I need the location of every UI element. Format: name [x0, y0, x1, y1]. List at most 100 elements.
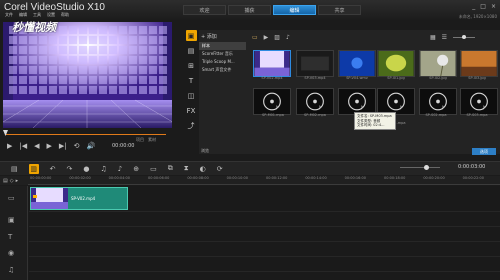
- library-item-sample[interactable]: 样本: [199, 42, 246, 50]
- timeline-view-icon[interactable]: ▥: [28, 163, 39, 174]
- thumb-caption: SP-S03.mpa: [466, 113, 488, 117]
- multi-camera-icon[interactable]: ⧉: [168, 164, 173, 173]
- title-track-icon[interactable]: T: [8, 233, 12, 241]
- sound-mixer-icon[interactable]: ♫: [100, 165, 106, 173]
- library-thumb-sp-v03[interactable]: [296, 50, 334, 77]
- menu-file[interactable]: 文件: [5, 12, 13, 18]
- ripple-icon[interactable]: ▸: [16, 178, 19, 184]
- next-icon[interactable]: ▶|: [59, 142, 67, 150]
- library-item-scorefitter[interactable]: ScoreFitter 音乐: [199, 50, 246, 58]
- preview-tile: [39, 46, 47, 54]
- library-thumb-sp-s01[interactable]: ♪: [377, 88, 415, 115]
- audio-filter-icon[interactable]: ♪: [286, 34, 290, 41]
- svg-text:♪: ♪: [399, 104, 403, 111]
- library-thumb-sp-i01[interactable]: [377, 50, 415, 77]
- track-manager-icon[interactable]: ▤: [3, 178, 8, 184]
- library-item-triple-scoop[interactable]: Triple Scoop M...: [199, 58, 246, 66]
- clip-label: SP-V02.mp4: [71, 196, 96, 201]
- library-view-controls: ▦ ☰: [430, 34, 476, 41]
- library-thumb-sp-i03[interactable]: [460, 50, 498, 77]
- tab-capture[interactable]: 捕获: [228, 5, 271, 15]
- preview-tile: [99, 26, 107, 34]
- media-icon[interactable]: ▣: [185, 30, 197, 41]
- filter-icon[interactable]: FX: [186, 105, 197, 116]
- add-chapter-icon[interactable]: ◇: [10, 178, 14, 184]
- transition-icon[interactable]: ⊞: [186, 60, 197, 71]
- video-track-icon[interactable]: ▭: [8, 194, 15, 202]
- library-thumb-sp-m01[interactable]: ♪: [253, 88, 291, 115]
- library-thumb-sp-i02[interactable]: [419, 50, 457, 77]
- time-remapping-icon[interactable]: ⧗: [184, 164, 189, 173]
- library-toolbar: ▣ ▤ ⊞ T ◫ FX ⤴: [184, 30, 198, 145]
- redo-icon[interactable]: ↷: [67, 165, 73, 173]
- thumbnail-view-icon[interactable]: ▦: [430, 34, 436, 41]
- overlay-track[interactable]: [29, 212, 500, 227]
- path-icon[interactable]: ⤴: [186, 120, 197, 131]
- mask-creator-icon[interactable]: ◐: [200, 165, 206, 173]
- motion-tracking-icon[interactable]: ⊕: [133, 165, 139, 173]
- library-thumb-sp-v04[interactable]: [338, 50, 376, 77]
- timeline-zoom-knob[interactable]: [424, 165, 429, 170]
- volume-icon[interactable]: 🔊: [87, 142, 96, 150]
- tab-share[interactable]: 共享: [318, 5, 361, 15]
- prev-icon[interactable]: |◀: [19, 142, 27, 150]
- instant-project-icon[interactable]: ▤: [186, 45, 197, 56]
- close-icon[interactable]: ×: [491, 3, 496, 10]
- options-button[interactable]: 选项: [472, 148, 496, 155]
- auto-music-icon[interactable]: ♪: [118, 165, 122, 173]
- tab-welcome[interactable]: 欢迎: [183, 5, 226, 15]
- preview-tile: [49, 76, 57, 84]
- folder-icon[interactable]: ▭: [252, 34, 258, 41]
- library-thumb-sp-s02[interactable]: ♪: [419, 88, 457, 115]
- music-track-icon[interactable]: ♫: [8, 266, 14, 274]
- menu-tools[interactable]: 工具: [33, 12, 41, 18]
- scrubber-handle[interactable]: [3, 130, 8, 136]
- preview-tile: [159, 66, 167, 74]
- tooltip-line: 文件名: SP-M03.mpa: [357, 114, 392, 118]
- photo-filter-icon[interactable]: ▨: [274, 34, 280, 41]
- rewind-icon[interactable]: ◀: [34, 142, 39, 150]
- ruler-tick-label: 00:00:16:00: [344, 176, 367, 180]
- library-thumb-sp-s03[interactable]: ♪: [460, 88, 498, 115]
- library-thumb-sp-v02[interactable]: [253, 50, 291, 77]
- undo-icon[interactable]: ↶: [50, 165, 56, 173]
- list-view-icon[interactable]: ☰: [442, 34, 447, 41]
- preview-tile: [109, 66, 117, 74]
- browse-button[interactable]: 浏览: [201, 148, 209, 154]
- forward-icon[interactable]: ▶: [47, 142, 52, 150]
- tab-edit[interactable]: 编辑: [273, 5, 316, 15]
- library-thumb-sp-m02[interactable]: ♪: [296, 88, 334, 115]
- menu-edit[interactable]: 编辑: [19, 12, 27, 18]
- menu-help[interactable]: 帮助: [61, 12, 69, 18]
- menu-settings[interactable]: 设置: [47, 12, 55, 18]
- thumbnail-size-slider[interactable]: [453, 35, 476, 39]
- library-item-smart-sound[interactable]: Smart 声音文件: [199, 66, 246, 74]
- voice-track-icon[interactable]: ◉: [8, 249, 14, 257]
- storyboard-view-icon[interactable]: ▤: [11, 165, 18, 173]
- timeline-zoom-slider[interactable]: [400, 167, 440, 168]
- overlay-track-icon[interactable]: ▣: [8, 216, 15, 224]
- title-track[interactable]: [29, 227, 500, 242]
- title-icon[interactable]: T: [186, 75, 197, 86]
- play-icon[interactable]: ▶: [7, 142, 12, 150]
- video-filter-icon[interactable]: ▶: [264, 34, 269, 41]
- voice-track[interactable]: [29, 242, 500, 257]
- timeline-timecode[interactable]: 0:00:03:00: [458, 164, 485, 170]
- graphic-icon[interactable]: ◫: [186, 90, 197, 101]
- preview-timecode[interactable]: 00:00:00: [112, 143, 134, 149]
- preview-tile: [69, 26, 77, 34]
- subtitle-editor-icon[interactable]: ▭: [150, 165, 157, 173]
- clip-mode-label[interactable]: 素材: [148, 137, 156, 143]
- add-folder-button[interactable]: + 添加: [201, 33, 217, 40]
- project-mode-label[interactable]: 项目: [136, 137, 144, 143]
- pan-zoom-icon[interactable]: ⟳: [217, 165, 223, 173]
- minimize-icon[interactable]: _: [472, 3, 475, 10]
- library-thumb-sp-m03[interactable]: ♪: [338, 88, 376, 115]
- repeat-icon[interactable]: ⟲: [74, 142, 80, 150]
- record-capture-icon[interactable]: ●: [83, 165, 89, 173]
- preview-window[interactable]: [3, 22, 172, 128]
- maximize-icon[interactable]: □: [480, 3, 486, 10]
- music-track[interactable]: [29, 257, 500, 272]
- preview-tile: [59, 26, 67, 34]
- timeline-ruler[interactable]: 00:00:00:00 00:00:02:00 00:00:04:00 00:00:0…: [28, 176, 500, 185]
